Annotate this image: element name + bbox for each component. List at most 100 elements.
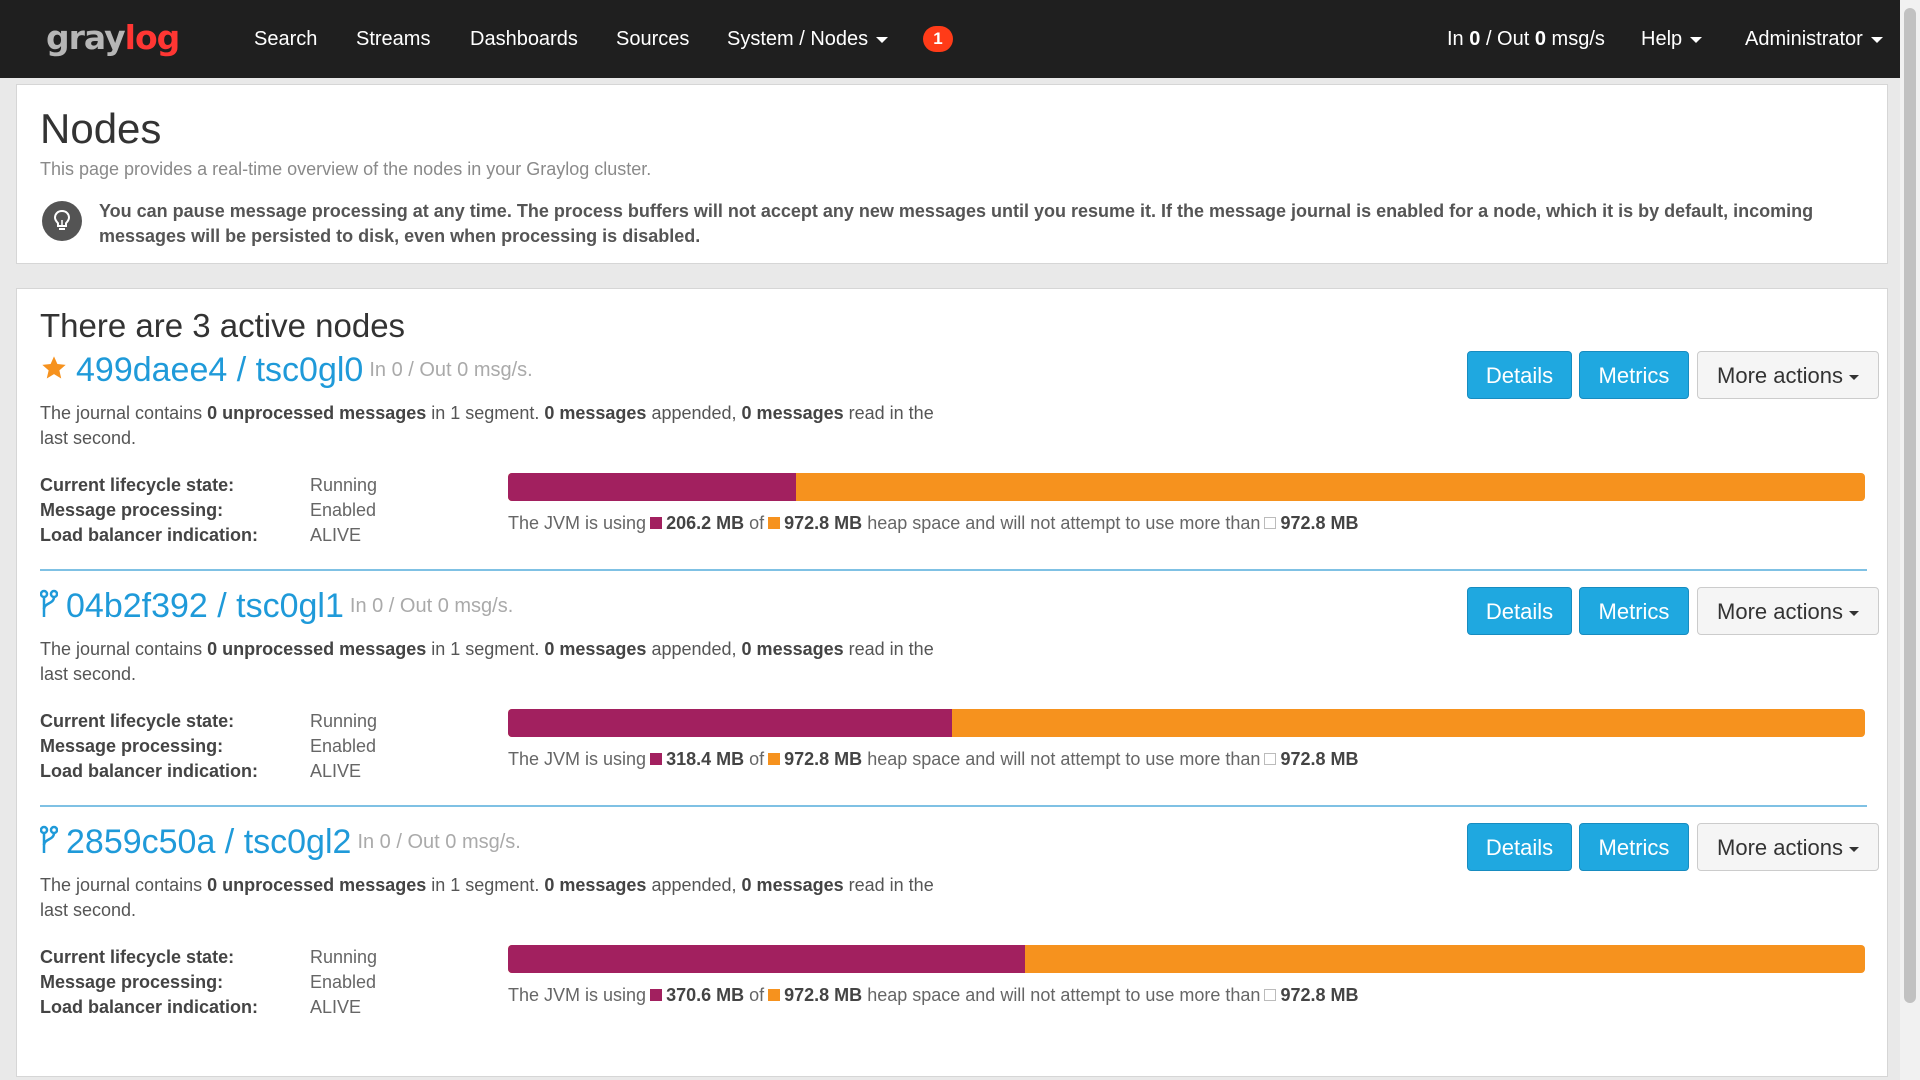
details-button[interactable]: Details [1467,351,1572,399]
graylog-logo[interactable]: graylog [46,16,180,60]
heap-total-swatch [768,989,781,1002]
heap-used-fill [508,945,1026,973]
heap-usage-bar [508,945,1865,973]
load-balancer-label: Load balancer indication: [40,525,259,545]
active-nodes-title: There are 3 active nodes [40,307,406,344]
heap-usage-text: The JVM is using 318.4 MB of 972.8 MB heap… [508,749,1359,769]
nav-search[interactable]: Search [254,0,317,78]
chevron-down-icon [1848,846,1859,852]
throughput-unit: msg/s [1551,28,1605,50]
heap-used-swatch [650,517,663,530]
journal-info: The journal contains 0 unprocessed messa… [40,639,934,684]
scrollbar-thumb[interactable] [1904,8,1916,1003]
node-throughput: In 0 / Out 0 msg/s. [349,595,514,617]
chevron-down-icon [1848,374,1859,380]
page-header-panel: Nodes This page provides a real-time ove… [16,84,1888,264]
processing-value: Enabled [310,500,377,520]
node-throughput: In 0 / Out 0 msg/s. [369,359,533,381]
throughput-sep: / Out [1485,28,1530,50]
metrics-button[interactable]: Metrics [1579,823,1689,871]
metrics-button[interactable]: Metrics [1579,351,1689,399]
throughput-in-value: 0 [1469,28,1481,50]
processing-label: Message processing: [40,972,224,992]
throughput-indicator: In 0 / Out 0 msg/s [1447,0,1605,78]
node-divider [40,569,1867,571]
processing-label: Message processing: [40,736,224,756]
node-throughput: In 0 / Out 0 msg/s. [357,831,521,853]
heap-used-swatch [650,989,663,1002]
heap-used-fill [508,473,796,501]
nav-streams[interactable]: Streams [356,0,430,78]
lifecycle-value: Running [310,711,378,731]
heap-usage-bar [508,709,1865,737]
logo-text-part1: gray [46,18,126,57]
journal-info: The journal contains 0 unprocessed messa… [40,875,934,920]
node-row: 04b2f392 / tsc0gl1 In 0 / Out 0 msg/s. Th… [39,587,1879,807]
top-navbar: graylog Search Streams Dashboards Source… [0,0,1900,78]
load-balancer-value: ALIVE [310,525,362,545]
throughput-out-value: 0 [1534,28,1546,50]
load-balancer-label: Load balancer indication: [40,997,259,1017]
user-dropdown[interactable]: Administrator [1745,0,1883,78]
node-divider [40,805,1867,807]
code-fork-icon [39,825,59,860]
nav-dashboards[interactable]: Dashboards [470,0,578,78]
node-state-list: Current lifecycle state: Running Message … [40,473,377,548]
heap-max-swatch [1264,989,1277,1002]
processing-value: Enabled [310,736,377,756]
node-link[interactable]: 04b2f392 / tsc0gl1 [66,587,344,625]
star-icon [40,354,68,387]
heap-max-swatch [1264,517,1277,530]
more-actions-button[interactable]: More actions [1697,823,1879,871]
node-title-line: 04b2f392 / tsc0gl1 In 0 / Out 0 msg/s. [39,587,514,631]
lifecycle-value: Running [310,475,378,495]
load-balancer-value: ALIVE [310,997,362,1017]
load-balancer-value: ALIVE [310,761,362,781]
lifecycle-label: Current lifecycle state: [40,711,235,731]
metrics-button[interactable]: Metrics [1579,587,1689,635]
notification-badge[interactable]: 1 [923,26,953,52]
heap-total-swatch [768,517,781,530]
node-state-list: Current lifecycle state: Running Message … [40,945,377,1020]
details-button[interactable]: Details [1467,823,1572,871]
nodes-panel: There are 3 active nodes 499daee4 / tsc0… [16,288,1888,1077]
heap-used-swatch [650,753,663,766]
node-row: 499daee4 / tsc0gl0 In 0 / Out 0 msg/s. Th… [40,351,1879,571]
heap-usage-text: The JVM is using 206.2 MB of 972.8 MB heap… [508,513,1359,533]
chevron-down-icon [876,36,889,43]
chevron-down-icon [1870,36,1883,43]
node-row: 2859c50a / tsc0gl2 In 0 / Out 0 msg/s. Th… [39,823,1879,1043]
node-title-line: 2859c50a / tsc0gl2 In 0 / Out 0 msg/s. [39,823,521,867]
details-button[interactable]: Details [1467,587,1572,635]
node-title-line: 499daee4 / tsc0gl0 In 0 / Out 0 msg/s. [40,351,533,395]
more-actions-button[interactable]: More actions [1697,587,1879,635]
nav-system-dropdown[interactable]: System / Nodes [727,0,889,78]
chevron-down-icon [1848,610,1859,616]
load-balancer-label: Load balancer indication: [40,761,259,781]
heap-usage-bar [508,473,1865,501]
processing-value: Enabled [310,972,377,992]
journal-info: The journal contains 0 unprocessed messa… [40,403,934,448]
heap-total-swatch [768,753,781,766]
processing-label: Message processing: [40,500,224,520]
node-state-list: Current lifecycle state: Running Message … [40,709,377,784]
lifecycle-value: Running [310,947,378,967]
node-link[interactable]: 499daee4 / tsc0gl0 [76,351,363,389]
page-description: This page provides a real-time overview … [40,159,652,179]
heap-used-fill [508,709,952,737]
heap-usage-text: The JVM is using 370.6 MB of 972.8 MB heap… [508,985,1359,1005]
throughput-in-label: In [1447,28,1464,50]
page-title: Nodes [40,105,162,152]
code-fork-icon [39,589,59,624]
help-dropdown[interactable]: Help [1641,0,1703,78]
page-scrollbar[interactable] [1900,0,1920,1080]
heap-max-swatch [1264,753,1277,766]
chevron-down-icon [1690,36,1703,43]
nav-sources[interactable]: Sources [616,0,689,78]
nav-system-label: System / Nodes [727,28,869,50]
node-link[interactable]: 2859c50a / tsc0gl2 [66,823,351,861]
more-actions-button[interactable]: More actions [1697,351,1879,399]
lifecycle-label: Current lifecycle state: [40,947,235,967]
lightbulb-icon [42,201,82,241]
user-label: Administrator [1745,28,1863,50]
